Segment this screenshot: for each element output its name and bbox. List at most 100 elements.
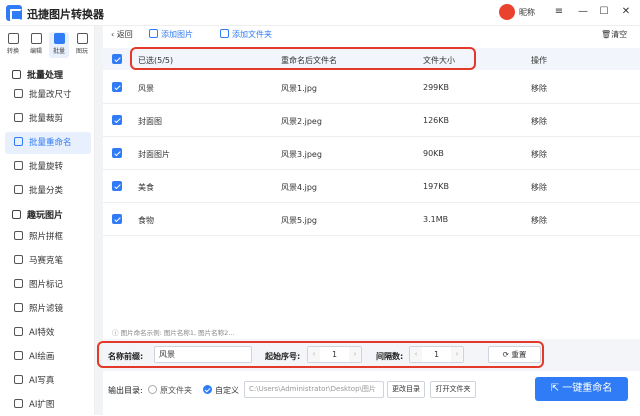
original-folder-label: 原文件夹: [160, 386, 192, 395]
nickname[interactable]: 昵称: [519, 7, 535, 18]
row-checkbox[interactable]: [112, 181, 122, 191]
section-fun-images: 趣玩图片: [12, 208, 63, 221]
ai-paint-icon: [14, 351, 23, 360]
add-image-icon: [149, 29, 158, 38]
add-folder-icon: [220, 29, 229, 38]
main-panel: ‹ 返回 添加图片 添加文件夹 🗑清空 已选(5/5) 重命名后文件名 文件大小…: [97, 26, 640, 415]
add-image-button[interactable]: 添加图片: [149, 29, 193, 40]
row-new-name: 风景5.jpg: [281, 216, 318, 225]
fun-section-icon: [12, 210, 21, 219]
row-new-name: 风景2.jpeg: [281, 117, 322, 126]
remove-button[interactable]: 移除: [531, 149, 547, 160]
sidebar-item-resize[interactable]: 批量改尺寸: [5, 84, 91, 106]
radio-custom-folder[interactable]: [203, 385, 212, 394]
image-fun-icon: [76, 33, 88, 44]
tab-edit[interactable]: 编辑: [26, 32, 46, 58]
filter-icon: [14, 303, 23, 312]
ai-effect-icon: [14, 327, 23, 336]
row-name: 封面图片: [138, 150, 170, 159]
row-new-name: 风景3.jpeg: [281, 150, 322, 159]
sidebar-item-rotate[interactable]: 批量旋转: [5, 156, 91, 178]
export-icon: ⇱: [550, 383, 563, 394]
convert-icon: [7, 33, 19, 44]
row-name: 美食: [138, 183, 154, 192]
sidebar: 转换 编辑 批量 图玩 批量处理 批量改尺寸 批量裁剪 批量重命名 批量旋转 批…: [0, 26, 95, 415]
app-logo-icon: [6, 5, 22, 21]
batch-section-icon: [12, 70, 21, 79]
trash-icon: 🗑: [601, 30, 612, 39]
open-folder-button[interactable]: 打开文件夹: [430, 381, 476, 398]
menu-icon[interactable]: ≡: [552, 5, 566, 19]
sidebar-item-ai-effect[interactable]: AI特效: [5, 322, 91, 344]
row-checkbox[interactable]: [112, 214, 122, 224]
close-icon[interactable]: ✕: [619, 5, 633, 19]
title-bar: 迅捷图片转换器 昵称 ≡ — ☐ ✕: [0, 0, 640, 26]
sidebar-item-mark[interactable]: 图片标记: [5, 274, 91, 296]
table-row: 食物 风景5.jpg 3.1MB 移除: [103, 203, 640, 236]
rename-icon: [14, 137, 23, 146]
maximize-icon[interactable]: ☐: [597, 5, 611, 19]
change-dir-button[interactable]: 更改目录: [387, 381, 425, 398]
naming-hint: ⓘ 图片命名示例: 图片名称1, 图片名称2...: [112, 329, 235, 337]
select-all-checkbox[interactable]: [112, 54, 122, 64]
sidebar-item-filter[interactable]: 照片滤镜: [5, 298, 91, 320]
start-rename-button[interactable]: ⇱ 一键重命名: [535, 377, 628, 401]
sidebar-item-crop[interactable]: 批量裁剪: [5, 108, 91, 130]
ai-portrait-icon: [14, 375, 23, 384]
row-checkbox[interactable]: [112, 115, 122, 125]
output-path-input[interactable]: C:\Users\Administrator\Desktop\图片: [244, 381, 384, 398]
sidebar-item-ai-paint[interactable]: AI绘画: [5, 346, 91, 368]
table-row: 美食 风景4.jpg 197KB 移除: [103, 170, 640, 203]
table-row: 风景 风景1.jpg 299KB 移除: [103, 71, 640, 104]
row-checkbox[interactable]: [112, 148, 122, 158]
tab-batch[interactable]: 批量: [49, 32, 69, 58]
row-size: 197KB: [423, 182, 450, 191]
sidebar-item-ai-expand[interactable]: AI扩图: [5, 394, 91, 416]
row-new-name: 风景4.jpg: [281, 183, 318, 192]
sidebar-item-frame[interactable]: 照片拼框: [5, 226, 91, 248]
row-size: 90KB: [423, 149, 444, 158]
sidebar-top-tabs: 转换 编辑 批量 图玩: [0, 30, 95, 60]
rename-settings-panel: ⓘ 图片命名示例: 图片名称1, 图片名称2... 名称前缀: 风景 起始序号:…: [97, 324, 640, 415]
custom-folder-label: 自定义: [215, 386, 239, 395]
sidebar-item-rename[interactable]: 批量重命名: [5, 132, 91, 154]
remove-button[interactable]: 移除: [531, 83, 547, 94]
radio-original-folder[interactable]: [148, 385, 157, 394]
remove-button[interactable]: 移除: [531, 116, 547, 127]
sidebar-item-ai-portrait[interactable]: AI写真: [5, 370, 91, 392]
classify-icon: [14, 185, 23, 194]
remove-button[interactable]: 移除: [531, 215, 547, 226]
remove-button[interactable]: 移除: [531, 182, 547, 193]
table-row: 封面图 风景2.jpeg 126KB 移除: [103, 104, 640, 137]
sidebar-item-classify[interactable]: 批量分类: [5, 180, 91, 202]
back-button[interactable]: ‹ 返回: [111, 29, 133, 40]
tab-convert[interactable]: 转换: [3, 32, 23, 58]
row-size: 3.1MB: [423, 215, 449, 224]
app-title: 迅捷图片转换器: [27, 8, 104, 21]
toolbar: ‹ 返回 添加图片 添加文件夹 🗑清空: [103, 26, 640, 44]
add-folder-button[interactable]: 添加文件夹: [220, 29, 272, 40]
resize-icon: [14, 89, 23, 98]
avatar[interactable]: [499, 4, 515, 20]
header-action: 操作: [531, 56, 547, 65]
row-name: 食物: [138, 216, 154, 225]
row-size: 126KB: [423, 116, 450, 125]
tab-fun[interactable]: 图玩: [72, 32, 92, 58]
clear-button[interactable]: 🗑清空: [601, 29, 627, 40]
row-name: 封面图: [138, 117, 162, 126]
row-checkbox[interactable]: [112, 82, 122, 92]
header-highlight-box: [130, 47, 476, 70]
rotate-icon: [14, 161, 23, 170]
mark-icon: [14, 279, 23, 288]
section-batch-processing: 批量处理: [12, 68, 63, 81]
table-row: 封面图片 风景3.jpeg 90KB 移除: [103, 137, 640, 170]
row-size: 299KB: [423, 83, 450, 92]
row-new-name: 风景1.jpg: [281, 84, 318, 93]
options-highlight-box: [97, 341, 544, 368]
ai-expand-icon: [14, 399, 23, 408]
batch-icon: [53, 33, 65, 44]
frame-icon: [14, 231, 23, 240]
sidebar-item-mosaic[interactable]: 马赛克笔: [5, 250, 91, 272]
crop-icon: [14, 113, 23, 122]
minimize-icon[interactable]: —: [576, 5, 590, 19]
